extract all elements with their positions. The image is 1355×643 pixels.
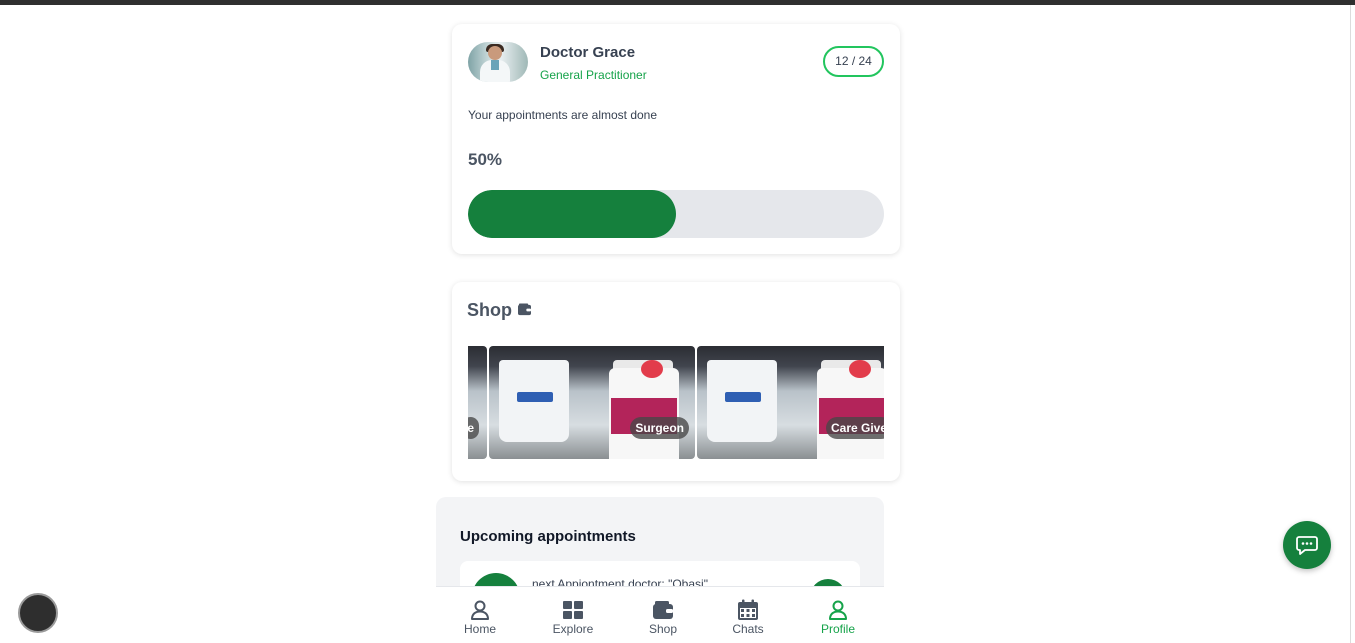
shop-carousel[interactable]: e Surgeon Care Give bbox=[468, 346, 884, 459]
grid-icon bbox=[563, 601, 583, 619]
doctor-role: General Practitioner bbox=[540, 68, 647, 82]
shop-item-label: Care Give bbox=[826, 417, 884, 439]
nav-label: Home bbox=[463, 622, 496, 636]
user-icon bbox=[829, 600, 847, 620]
nav-label: Chats bbox=[732, 622, 764, 636]
wallet-icon bbox=[653, 601, 673, 619]
shop-item[interactable]: Care Give bbox=[697, 346, 884, 459]
window-top-bar bbox=[0, 0, 1355, 5]
bottom-nav: Home Explore Shop Chats Profile bbox=[436, 586, 884, 643]
shop-item[interactable]: e bbox=[468, 346, 487, 459]
shop-title: Shop bbox=[467, 300, 512, 320]
doctor-name: Doctor Grace bbox=[540, 44, 636, 61]
doctor-progress-card: Doctor Grace General Practitioner 12 / 2… bbox=[452, 24, 900, 254]
chat-bubble-icon bbox=[1296, 536, 1318, 555]
nav-profile[interactable]: Profile bbox=[808, 587, 868, 643]
progress-message: Your appointments are almost done bbox=[468, 108, 658, 122]
user-icon bbox=[471, 600, 489, 620]
appointment-counter-badge: 12 / 24 bbox=[823, 46, 884, 77]
nav-label: Shop bbox=[648, 622, 678, 636]
progress-bar bbox=[468, 190, 884, 238]
doctor-avatar bbox=[468, 42, 528, 82]
scrollbar-edge bbox=[1350, 5, 1351, 643]
shop-item[interactable]: Surgeon bbox=[489, 346, 695, 459]
nav-label: Explore bbox=[552, 622, 594, 636]
chat-button[interactable] bbox=[1283, 521, 1331, 569]
nav-shop[interactable]: Shop bbox=[633, 587, 693, 643]
progress-bar-fill bbox=[468, 190, 676, 238]
wallet-icon bbox=[518, 303, 531, 316]
nav-label: Profile bbox=[820, 622, 855, 636]
shop-item-label: e bbox=[468, 417, 479, 439]
shop-item-label: Surgeon bbox=[630, 417, 689, 439]
progress-percent: 50% bbox=[468, 150, 503, 169]
appointments-title: Upcoming appointments bbox=[460, 528, 636, 545]
floating-circle-button[interactable] bbox=[18, 593, 58, 633]
nav-home[interactable]: Home bbox=[450, 587, 510, 643]
shop-card: Shop e Surgeon Care Give bbox=[452, 282, 900, 481]
calendar-icon bbox=[738, 599, 758, 620]
nav-explore[interactable]: Explore bbox=[543, 587, 603, 643]
nav-chats[interactable]: Chats bbox=[718, 587, 778, 643]
